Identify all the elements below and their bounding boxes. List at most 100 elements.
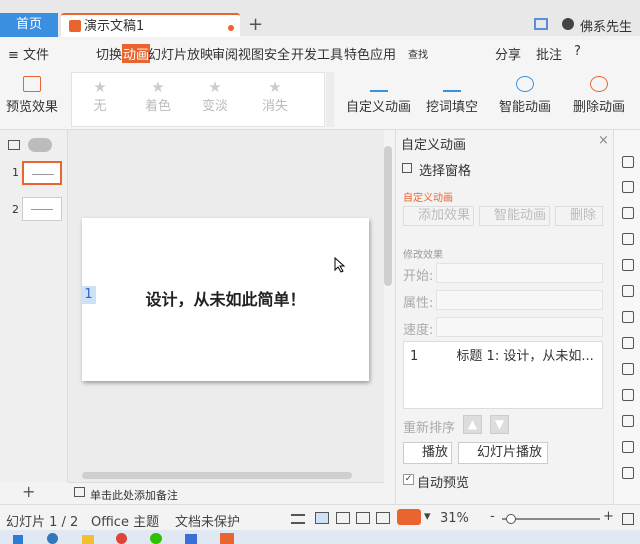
annotate-button[interactable]: 批注 [536, 44, 562, 63]
slide-view-toggle[interactable] [28, 138, 52, 152]
auto-preview-checkbox[interactable]: ✓ [403, 474, 414, 485]
zoom-slider-handle[interactable] [506, 514, 516, 524]
table-side-icon[interactable] [622, 337, 634, 349]
start-select[interactable] [436, 263, 603, 283]
menu-security[interactable]: 安全 [264, 44, 290, 63]
animation-gallery[interactable]: ★ 无 ★ 着色 ★ 变淡 ★ 消失 [71, 72, 325, 127]
user-name[interactable]: 佛系先生 [580, 16, 632, 35]
help-side-icon[interactable] [622, 441, 634, 453]
grid-side-icon[interactable] [622, 233, 634, 245]
share-button[interactable]: 分享 [495, 44, 521, 63]
windows-start-icon[interactable] [13, 535, 23, 544]
menu-transition[interactable]: 切换 [96, 44, 122, 63]
custom-animation-icon [369, 76, 388, 92]
gallery-item-fade[interactable]: ★ 变淡 [190, 79, 240, 114]
notes-toggle-icon[interactable] [291, 514, 305, 524]
settings-side-icon[interactable] [622, 285, 634, 297]
theme-name[interactable]: Office 主题 [91, 511, 159, 530]
slide-thumbnail-2[interactable] [22, 197, 62, 221]
slideshow-play-icon[interactable] [397, 509, 421, 525]
menu-slideshow[interactable]: 幻灯片放映 [148, 44, 213, 63]
edge-icon[interactable] [47, 533, 58, 544]
close-icon[interactable]: × [598, 133, 609, 148]
smart-animation-pane-button[interactable]: 智能动画 [479, 206, 550, 226]
property-select[interactable] [436, 290, 603, 310]
chart-side-icon[interactable] [622, 259, 634, 271]
menu-view[interactable]: 视图 [238, 44, 264, 63]
brush-view-icon[interactable] [376, 512, 390, 524]
delete-animation-button[interactable]: 删除动画 [573, 76, 625, 115]
shape-side-icon[interactable] [622, 207, 634, 219]
slide-count: 幻灯片 1 / 2 [6, 515, 79, 530]
wps-icon[interactable] [220, 533, 234, 544]
selection-pane-link[interactable]: 选择窗格 [419, 160, 471, 179]
file-menu[interactable]: ≡ 文件 [8, 44, 49, 63]
copy-side-icon[interactable] [622, 181, 634, 193]
add-slide-button[interactable]: + [22, 482, 35, 501]
animation-side-icon[interactable] [622, 156, 634, 168]
preview-label: 预览效果 [6, 100, 59, 115]
play-button[interactable]: 播放 [403, 442, 452, 464]
audio-side-icon[interactable] [622, 415, 634, 427]
fit-window-icon[interactable] [622, 513, 634, 525]
cutout-fill-label: 挖词填空 [426, 100, 479, 115]
wechat-icon[interactable] [150, 533, 162, 544]
menu-review[interactable]: 审阅 [212, 44, 238, 63]
star-icon: ★ [268, 78, 282, 96]
menu-special[interactable]: 特色应用 [344, 44, 396, 63]
tools-side-icon[interactable] [622, 389, 634, 401]
preview-effect-button[interactable]: 预览效果 [6, 76, 58, 115]
layout-side-icon[interactable] [622, 311, 634, 323]
smart-animation-button[interactable]: 智能动画 [499, 76, 551, 115]
outline-view-icon[interactable] [8, 140, 20, 150]
move-down-button[interactable]: ▼ [490, 415, 509, 434]
cutout-fill-button[interactable]: 挖词填空 [426, 76, 478, 115]
notes-icon [74, 487, 85, 497]
vertical-scrollbar[interactable] [384, 146, 392, 286]
slide-thumbnail-1[interactable] [22, 161, 62, 185]
effect-list[interactable]: 1 标题 1: 设计，从未如... [403, 341, 603, 409]
custom-animation-button[interactable]: 自定义动画 [346, 76, 411, 115]
sorter-view-icon[interactable] [336, 512, 350, 524]
slide[interactable]: 设计，从未如此简单！ [82, 218, 369, 381]
horizontal-scrollbar[interactable] [82, 472, 352, 479]
zoom-slider[interactable] [502, 518, 600, 520]
help-icon[interactable]: ? [574, 44, 581, 59]
slideshow-play-button[interactable]: 幻灯片播放 [458, 442, 548, 464]
chrome-icon[interactable] [116, 533, 127, 544]
effect-list-item[interactable]: 1 标题 1: 设计，从未如... [410, 345, 594, 364]
new-tab-button[interactable]: + [248, 13, 263, 37]
gallery-item-color[interactable]: ★ 着色 [133, 79, 183, 114]
reorder-label: 重新排序 [403, 421, 456, 436]
zoom-in-button[interactable]: + [603, 509, 614, 524]
search-menu[interactable]: 查找 [408, 46, 428, 61]
zoom-out-button[interactable]: - [490, 509, 495, 524]
notes-hint: 单击此处添加备注 [90, 489, 178, 502]
move-up-button[interactable]: ▲ [463, 415, 482, 434]
user-avatar[interactable] [562, 18, 574, 30]
add-effect-button[interactable]: 添加效果 [403, 206, 474, 226]
property-label: 属性: [403, 296, 434, 311]
file-explorer-icon[interactable] [82, 535, 94, 544]
speed-select[interactable] [436, 317, 603, 337]
delete-effect-button[interactable]: 删除 [555, 206, 603, 226]
reading-view-icon[interactable] [356, 512, 370, 524]
window-layout-icon[interactable] [534, 18, 548, 30]
gallery-item-disappear[interactable]: ★ 消失 [250, 79, 300, 114]
gallery-item-none[interactable]: ★ 无 [75, 79, 125, 114]
slide-title[interactable]: 设计，从未如此简单！ [82, 286, 369, 310]
menu-animation[interactable]: 动画 [122, 44, 151, 63]
menu-developer[interactable]: 开发工具 [291, 44, 343, 63]
tab-document[interactable]: 演示文稿1 [61, 13, 240, 37]
star-side-icon[interactable] [622, 363, 634, 375]
notes-bar[interactable]: 单击此处添加备注 [68, 482, 384, 504]
pane-title[interactable]: 自定义动画 [401, 134, 466, 153]
gallery-scrollbar[interactable] [326, 72, 334, 127]
protect-status[interactable]: 文档未保护 [175, 511, 240, 530]
history-side-icon[interactable] [622, 467, 634, 479]
tab-home[interactable]: 首页 [0, 13, 58, 37]
app-icon[interactable] [185, 534, 197, 544]
zoom-level[interactable]: 31% [440, 511, 469, 526]
normal-view-icon[interactable] [315, 512, 329, 524]
play-dropdown-icon[interactable]: ▾ [424, 509, 431, 524]
